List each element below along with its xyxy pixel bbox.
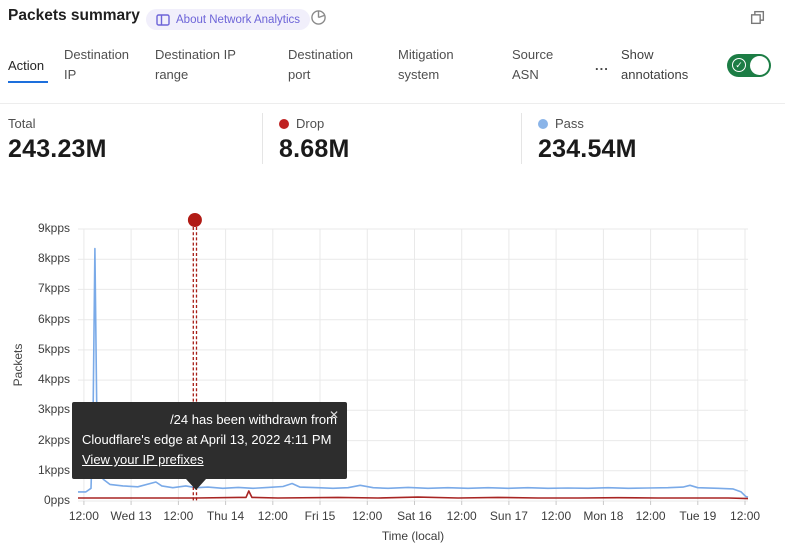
annotation-text-line2: Cloudflare's edge at April 13, 2022 4:11…: [82, 430, 337, 450]
tab-destination-ip[interactable]: Destination IP: [64, 45, 138, 85]
x-axis-tick-label: 12:00: [715, 509, 775, 523]
y-axis-tick-label: 5kpps: [0, 342, 70, 356]
show-annotations-toggle[interactable]: ✓: [727, 54, 771, 77]
expand-panel-icon[interactable]: [749, 9, 766, 26]
stat-drop-label: Drop: [296, 116, 324, 131]
stat-total-value: 243.23M: [8, 135, 262, 164]
check-icon: ✓: [732, 58, 746, 72]
tab-destination-ip-range[interactable]: Destination IP range: [155, 45, 267, 85]
stat-pass-value: 234.54M: [538, 135, 780, 164]
about-badge-label: About Network Analytics: [176, 14, 300, 26]
stat-drop: Drop 8.68M: [262, 113, 521, 164]
tab-source-asn[interactable]: Source ASN: [512, 45, 572, 85]
close-icon[interactable]: ✕: [329, 405, 339, 425]
show-annotations-label: Show annotations: [621, 45, 709, 85]
more-tabs-ellipsis-icon[interactable]: ...: [595, 58, 609, 73]
tab-destination-port[interactable]: Destination port: [288, 45, 376, 85]
annotation-marker-dot[interactable]: [188, 213, 202, 227]
book-icon: [156, 14, 170, 26]
tab-action[interactable]: Action: [8, 47, 48, 83]
pass-legend-dot: [538, 119, 548, 129]
annotation-tooltip: ✕ /24 has been withdrawn from Cloudflare…: [72, 402, 347, 479]
y-axis-tick-label: 2kpps: [0, 433, 70, 447]
y-axis-tick-label: 7kpps: [0, 281, 70, 295]
y-axis-tick-label: 8kpps: [0, 251, 70, 265]
packets-summary-panel: Packets summary About Network Analytics …: [0, 0, 785, 555]
about-network-analytics-badge[interactable]: About Network Analytics: [146, 9, 310, 30]
pie-chart-icon[interactable]: [310, 9, 327, 26]
stat-total-label: Total: [8, 116, 35, 131]
summary-stats-row: Total 243.23M Drop 8.68M Pass 234.54M: [0, 103, 785, 164]
y-axis-tick-label: 9kpps: [0, 221, 70, 235]
y-axis-tick-label: 6kpps: [0, 312, 70, 326]
y-axis-tick-label: 4kpps: [0, 372, 70, 386]
drop-legend-dot: [279, 119, 289, 129]
toggle-knob: [750, 56, 769, 75]
stat-drop-value: 8.68M: [279, 135, 521, 164]
page-title: Packets summary: [8, 7, 140, 25]
tab-mitigation-system[interactable]: Mitigation system: [398, 45, 488, 85]
x-axis-title: Time (local): [78, 529, 748, 543]
dimension-tabs: Action Destination IP Destination IP ran…: [8, 45, 771, 85]
view-ip-prefixes-link[interactable]: View your IP prefixes: [82, 450, 204, 470]
y-axis-tick-label: 0pps: [0, 493, 70, 507]
stat-pass: Pass 234.54M: [521, 113, 780, 164]
tooltip-caret: [186, 479, 206, 490]
annotation-text-line1: /24 has been withdrawn from: [82, 410, 337, 430]
stat-total: Total 243.23M: [8, 113, 262, 164]
y-axis-tick-label: 1kpps: [0, 463, 70, 477]
stat-pass-label: Pass: [555, 116, 584, 131]
y-axis-tick-label: 3kpps: [0, 402, 70, 416]
